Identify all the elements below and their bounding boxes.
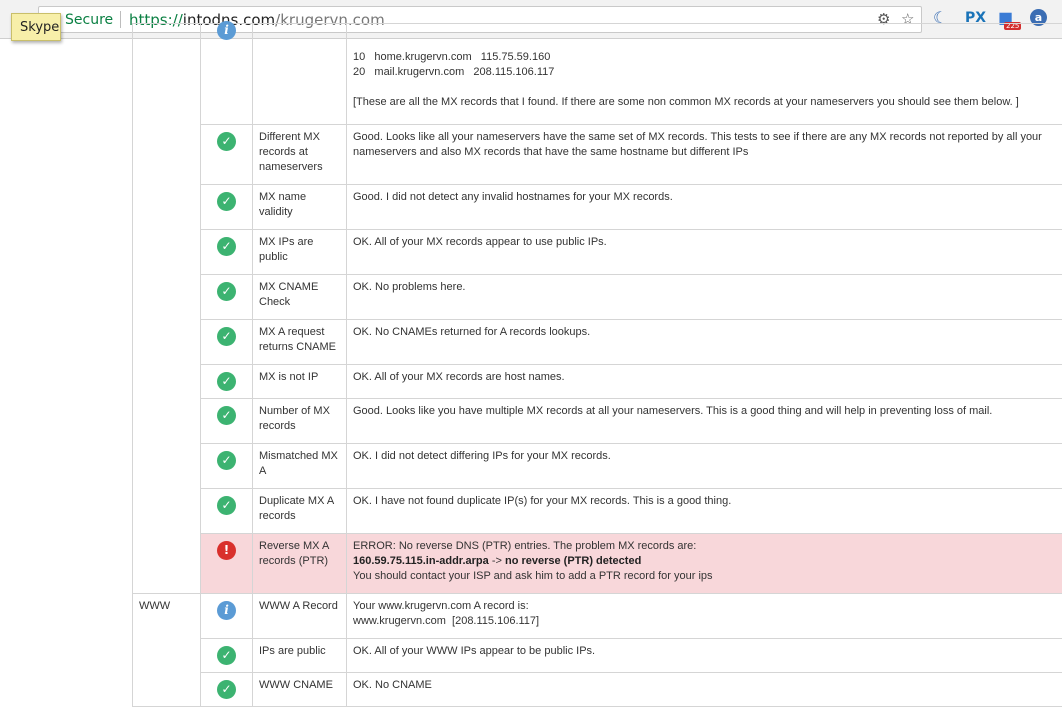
- test-info: Good. I did not detect any invalid hostn…: [346, 184, 1062, 230]
- results-table: i 10 home.krugervn.com 115.75.59.160 20 …: [132, 21, 1062, 707]
- test-name: MX A request returns CNAME: [252, 319, 347, 365]
- test-info: OK. All of your MX records are host name…: [346, 364, 1062, 399]
- mx-record-line: 20 mail.krugervn.com 208.115.106.117: [353, 66, 555, 78]
- mx-note: [These are all the MX records that I fou…: [353, 96, 1019, 108]
- skype-tooltip: Skype: [11, 13, 61, 41]
- test-info: Good. Looks like you have multiple MX re…: [346, 398, 1062, 444]
- test-info: OK. No CNAME: [346, 672, 1062, 707]
- table-row: ✓ Duplicate MX A records OK. I have not …: [133, 488, 1062, 534]
- test-name: Reverse MX A records (PTR): [252, 533, 347, 594]
- test-name: MX is not IP: [252, 364, 347, 399]
- table-row: ✓ MX IPs are public OK. All of your MX r…: [133, 229, 1062, 275]
- test-info: Good. Looks like all your nameservers ha…: [346, 124, 1062, 185]
- test-name: Number of MX records: [252, 398, 347, 444]
- test-info: OK. No problems here.: [346, 274, 1062, 320]
- test-name: IPs are public: [252, 638, 347, 673]
- table-row: ✓ WWW CNAME OK. No CNAME: [133, 672, 1062, 707]
- test-name-cell: [252, 23, 347, 125]
- error-row: ! Reverse MX A records (PTR) ERROR: No r…: [133, 533, 1062, 594]
- error-advice: You should contact your ISP and ask him …: [353, 570, 713, 582]
- test-name: Mismatched MX A: [252, 443, 347, 489]
- secure-label: Secure: [65, 12, 114, 28]
- test-name: MX name validity: [252, 184, 347, 230]
- check-icon: ✓: [217, 646, 236, 665]
- check-icon: ✓: [217, 132, 236, 151]
- info-icon: i: [217, 601, 236, 620]
- test-name: WWW CNAME: [252, 672, 347, 707]
- table-row: WWW i WWW A Record Your www.krugervn.com…: [132, 593, 1062, 707]
- check-icon: ✓: [217, 192, 236, 211]
- table-row: ✓ Different MX records at nameservers Go…: [133, 124, 1062, 185]
- check-icon: ✓: [217, 406, 236, 425]
- info-icon: i: [217, 21, 236, 40]
- test-info: OK. All of your MX records appear to use…: [346, 229, 1062, 275]
- category-cell: WWW: [132, 593, 201, 707]
- test-name: MX CNAME Check: [252, 274, 347, 320]
- table-row: ✓ MX name validity Good. I did not detec…: [133, 184, 1062, 230]
- table-row: i 10 home.krugervn.com 115.75.59.160 20 …: [132, 21, 1062, 594]
- test-info: OK. All of your WWW IPs appear to be pub…: [346, 638, 1062, 673]
- test-info: OK. No CNAMEs returned for A records loo…: [346, 319, 1062, 365]
- check-icon: ✓: [217, 372, 236, 391]
- error-message: ERROR: No reverse DNS (PTR) entries. The…: [353, 540, 697, 552]
- check-icon: ✓: [217, 496, 236, 515]
- test-info: Your www.krugervn.com A record is: www.k…: [346, 593, 1062, 639]
- table-row: ✓ MX A request returns CNAME OK. No CNAM…: [133, 319, 1062, 365]
- test-name: MX IPs are public: [252, 229, 347, 275]
- table-row: ✓ Mismatched MX A OK. I did not detect d…: [133, 443, 1062, 489]
- check-icon: ✓: [217, 451, 236, 470]
- results-table-wrap: i 10 home.krugervn.com 115.75.59.160 20 …: [132, 21, 1062, 707]
- test-name: Different MX records at nameservers: [252, 124, 347, 185]
- error-icon: !: [217, 541, 236, 560]
- error-detail: 160.59.75.115.in-addr.arpa -> no reverse…: [353, 555, 642, 567]
- check-icon: ✓: [217, 327, 236, 346]
- mx-record-line: 10 home.krugervn.com 115.75.59.160: [353, 51, 551, 63]
- divider: [120, 11, 121, 28]
- table-row: ✓ IPs are public OK. All of your WWW IPs…: [133, 638, 1062, 673]
- test-info: OK. I have not found duplicate IP(s) for…: [346, 488, 1062, 534]
- test-name: Duplicate MX A records: [252, 488, 347, 534]
- test-info: OK. I did not detect differing IPs for y…: [346, 443, 1062, 489]
- error-info: ERROR: No reverse DNS (PTR) entries. The…: [346, 533, 1062, 594]
- test-name: WWW A Record: [252, 593, 347, 639]
- status-cell: i: [200, 21, 253, 125]
- table-row: ✓ Number of MX records Good. Looks like …: [133, 398, 1062, 444]
- info-cell: 10 home.krugervn.com 115.75.59.160 20 ma…: [346, 23, 1062, 125]
- category-cell: [132, 23, 201, 594]
- check-icon: ✓: [217, 282, 236, 301]
- check-icon: ✓: [217, 237, 236, 256]
- table-row: ✓ MX CNAME Check OK. No problems here.: [133, 274, 1062, 320]
- check-icon: ✓: [217, 680, 236, 699]
- table-row: ✓ MX is not IP OK. All of your MX record…: [133, 364, 1062, 399]
